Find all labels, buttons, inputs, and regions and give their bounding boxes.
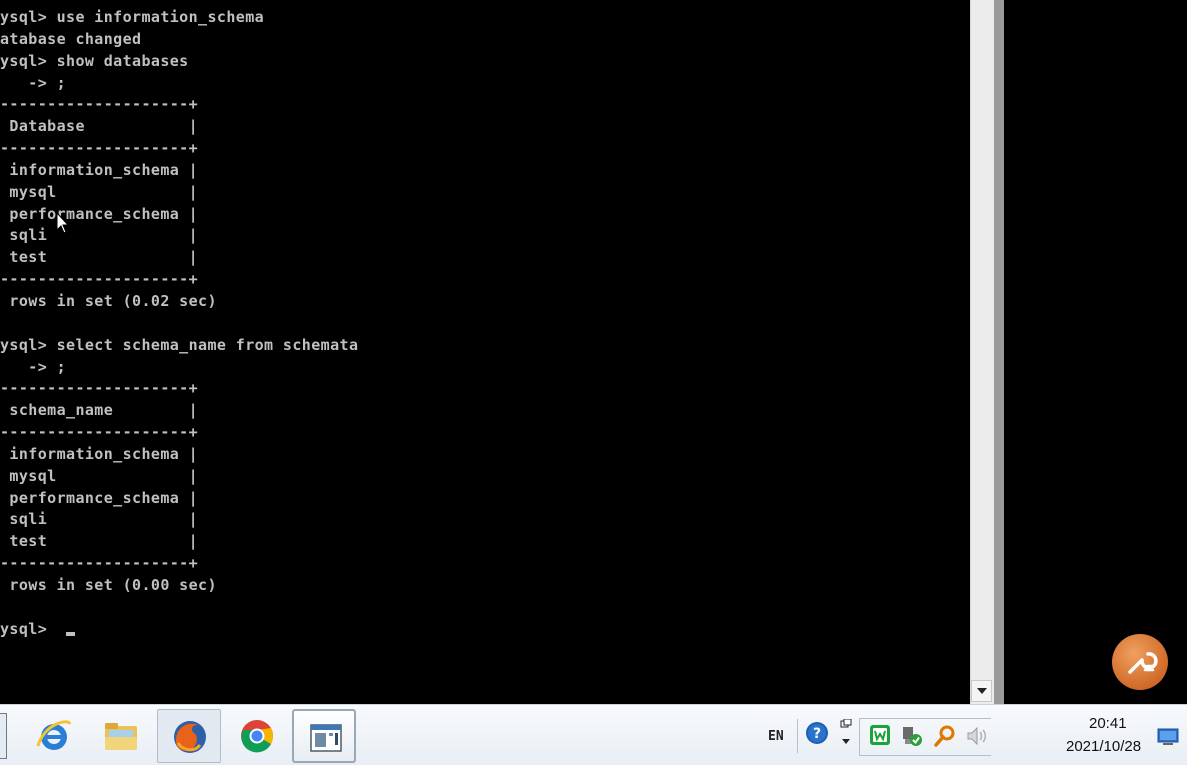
console-line: --------------------+ — [0, 379, 199, 398]
taskbar-console-button[interactable] — [292, 709, 356, 763]
show-desktop-icon[interactable] — [1157, 727, 1179, 747]
volume-icon[interactable] — [965, 724, 989, 748]
green-w-icon[interactable] — [869, 724, 891, 746]
console-line: --------------------+ — [0, 554, 199, 573]
network-device-icon[interactable] — [900, 724, 924, 748]
console-line: -> ; — [0, 357, 67, 376]
firefox-icon — [174, 721, 206, 753]
console-output: ysql> use information_schemaatabase chan… — [0, 7, 358, 640]
help-icon[interactable]: ? — [805, 721, 829, 745]
clock-time[interactable]: 20:41 — [1089, 715, 1127, 732]
language-indicator[interactable]: EN — [768, 729, 784, 744]
taskbar-chrome-button[interactable] — [225, 709, 289, 763]
console-line: schema_name | — [0, 401, 199, 420]
console-line: ysql> show databases — [0, 51, 189, 70]
window-border — [994, 0, 1004, 704]
svg-text:?: ? — [813, 726, 821, 742]
tray-overflow-icon[interactable] — [839, 719, 853, 749]
console-line: sqli | — [0, 226, 199, 245]
console-line: ysql> use information_schema — [0, 8, 265, 26]
taskbar: EN ? 20:41 2021/10/28 — [0, 704, 1187, 765]
console-line: Database | — [0, 117, 199, 136]
console-window-icon — [310, 724, 342, 752]
taskbar-firefox-button[interactable] — [157, 709, 221, 763]
search-key-icon[interactable] — [933, 724, 957, 748]
console-line: ysql> — [0, 619, 57, 638]
background-window — [1004, 0, 1187, 704]
console-line: atabase changed — [0, 29, 142, 48]
console-line: ysql> select schema_name from schemata — [0, 335, 359, 354]
scroll-down-button[interactable] — [971, 680, 992, 702]
console-line: information_schema | — [0, 160, 199, 179]
wrench-icon — [1128, 652, 1158, 674]
console-line: sqli | — [0, 510, 199, 529]
console-line: rows in set (0.00 sec) — [0, 575, 217, 594]
console-line: test | — [0, 248, 199, 267]
taskbar-explorer-button[interactable] — [89, 709, 153, 763]
start-button-edge[interactable] — [0, 713, 7, 759]
floating-tool-button[interactable] — [1112, 634, 1168, 690]
folder-icon — [105, 723, 137, 750]
console-line: test | — [0, 532, 199, 551]
console-line: --------------------+ — [0, 95, 199, 114]
console-line: performance_schema | — [0, 204, 199, 223]
console-line: --------------------+ — [0, 270, 199, 289]
console-line: mysql | — [0, 466, 199, 485]
mouse-pointer-icon — [56, 212, 70, 234]
vertical-scrollbar[interactable] — [970, 0, 995, 704]
text-caret — [66, 632, 75, 636]
console-line: -> ; — [0, 73, 67, 92]
console-line: mysql | — [0, 182, 199, 201]
clock-date[interactable]: 2021/10/28 — [1066, 738, 1141, 755]
chrome-icon — [241, 720, 274, 753]
console-line: rows in set (0.02 sec) — [0, 291, 217, 310]
console-window[interactable]: ysql> use information_schemaatabase chan… — [0, 0, 970, 704]
tray-divider — [797, 719, 798, 753]
arrow-down-icon — [977, 688, 987, 694]
console-line: performance_schema | — [0, 488, 199, 507]
taskbar-ie-button[interactable] — [22, 709, 86, 763]
console-line: --------------------+ — [0, 423, 199, 442]
ie-icon — [36, 720, 72, 750]
console-line: information_schema | — [0, 444, 199, 463]
console-line: --------------------+ — [0, 139, 199, 158]
